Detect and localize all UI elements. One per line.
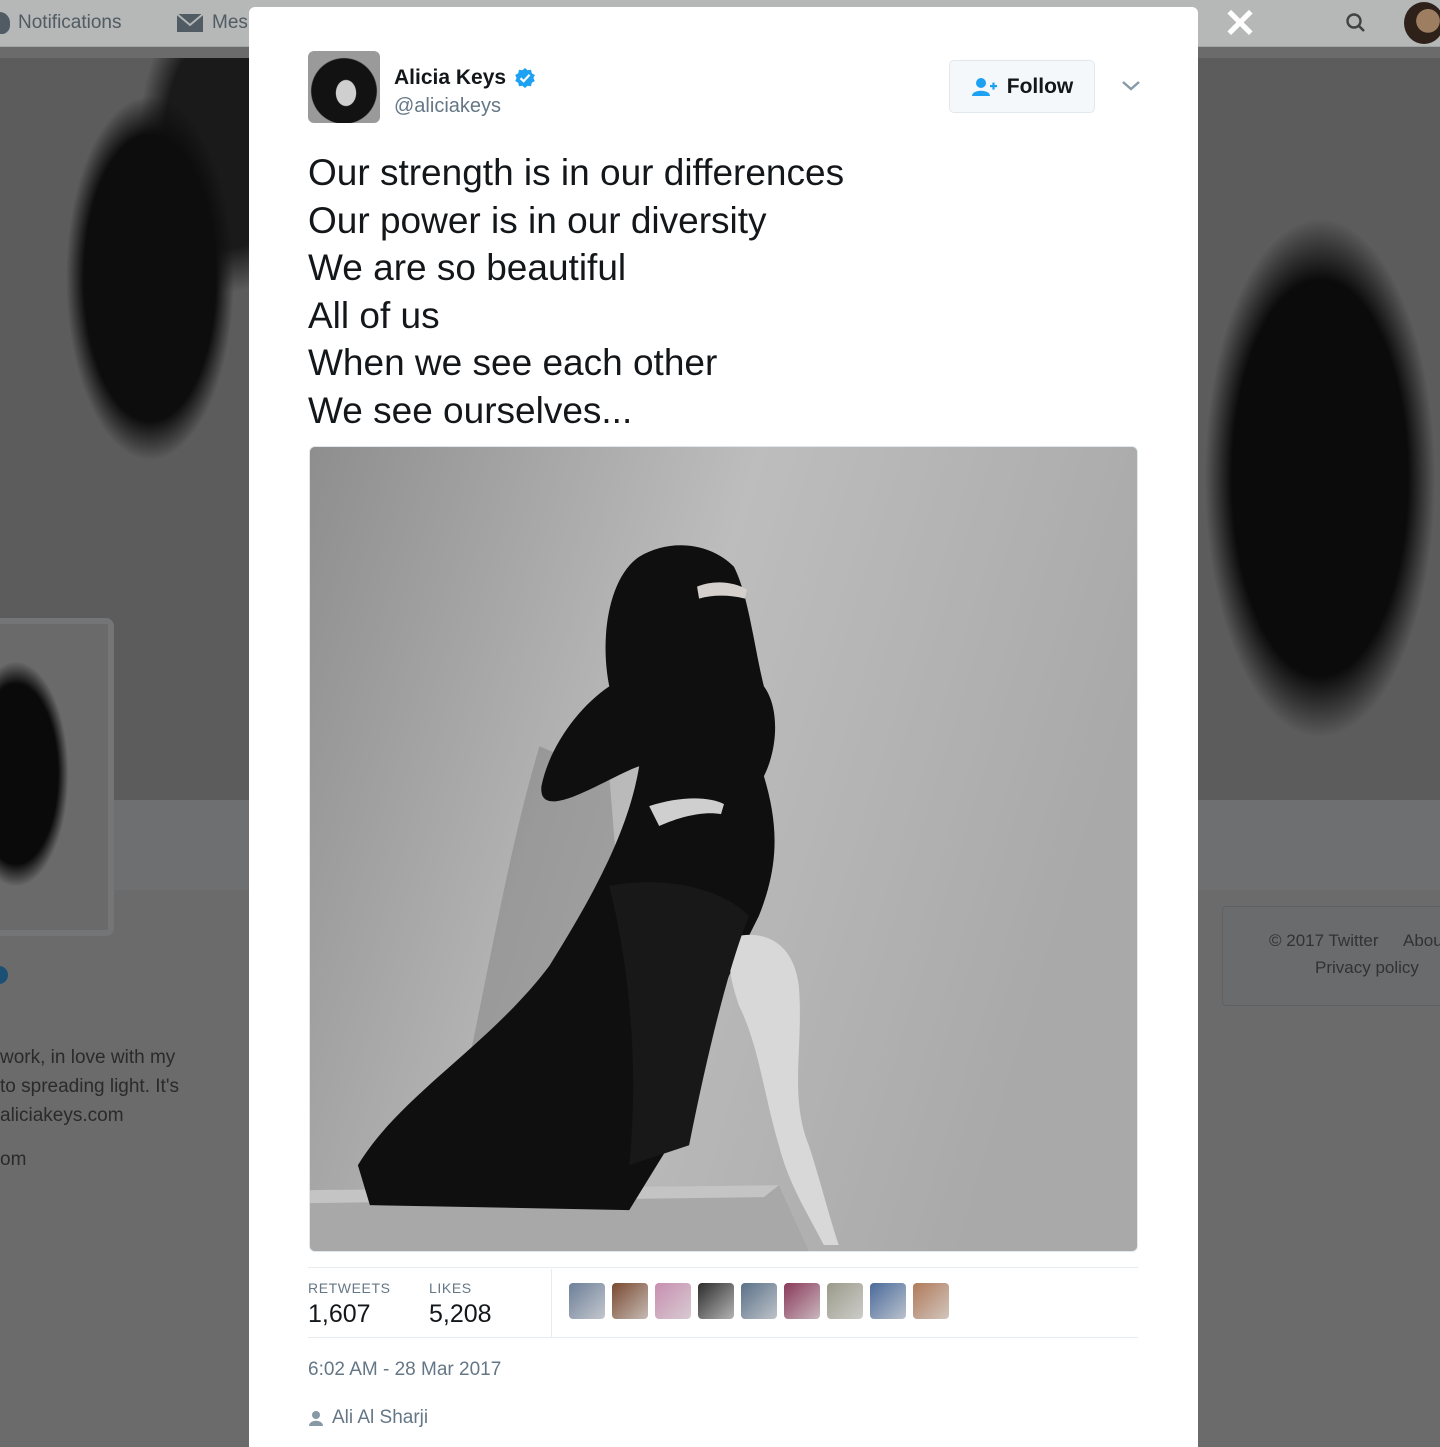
liker-avatar[interactable]: [870, 1283, 906, 1319]
tweet-modal: Alicia Keys @aliciakeys Follow Our stren…: [249, 7, 1198, 1447]
bio-line: to spreading light. It's: [0, 1076, 179, 1097]
footer-privacy-link[interactable]: Privacy policy: [1315, 958, 1419, 978]
tweet-text-line: When we see each other: [308, 342, 718, 383]
follow-button-label: Follow: [1006, 74, 1074, 98]
chevron-down-icon[interactable]: [1119, 77, 1143, 95]
account-avatar[interactable]: [1404, 2, 1440, 44]
nav-messages-label: Mes: [212, 12, 248, 33]
search-icon[interactable]: [1336, 10, 1376, 36]
bio-line: work, in love with my: [0, 1047, 176, 1068]
author-display-name[interactable]: Alicia Keys: [394, 66, 506, 90]
retweet-source[interactable]: Ali Al Sharji: [308, 1407, 428, 1429]
likes-label: LIKES: [429, 1280, 472, 1296]
follow-button[interactable]: Follow: [949, 60, 1095, 113]
author-avatar[interactable]: [308, 51, 380, 123]
likes-count[interactable]: 5,208: [429, 1300, 492, 1329]
liker-avatar[interactable]: [741, 1283, 777, 1319]
retweets-label: RETWEETS: [308, 1280, 391, 1296]
liker-avatar[interactable]: [655, 1283, 691, 1319]
source-user-name[interactable]: Ali Al Sharji: [332, 1407, 428, 1429]
retweets-count[interactable]: 1,607: [308, 1300, 371, 1329]
stats-divider-top: [308, 1267, 1138, 1268]
close-icon[interactable]: ✕: [1222, 4, 1258, 44]
verified-icon: [0, 966, 8, 984]
tweet-photo[interactable]: [309, 446, 1138, 1252]
tweet-timestamp[interactable]: 6:02 AM - 28 Mar 2017: [308, 1359, 501, 1381]
bio-line: om: [0, 1149, 27, 1170]
tweet-text-line: Our power is in our diversity: [308, 199, 767, 241]
photo-figure-illustration: [310, 447, 1137, 1251]
footer-copyright: © 2017 Twitter: [1269, 931, 1379, 950]
envelope-icon: [176, 13, 204, 32]
author-name-row[interactable]: Alicia Keys: [394, 66, 536, 90]
footer-about-link[interactable]: Abou: [1403, 931, 1440, 951]
liker-avatar[interactable]: [827, 1283, 863, 1319]
liker-avatar[interactable]: [784, 1283, 820, 1319]
tweet-text-line: We are so beautiful: [308, 247, 627, 288]
liker-avatar[interactable]: [698, 1283, 734, 1319]
liker-avatar[interactable]: [612, 1283, 648, 1319]
tweet-text-line: We see ourselves...: [308, 389, 633, 431]
verified-badge-icon: [515, 68, 535, 88]
tweet-text-line: Our strength is in our differences: [308, 152, 845, 193]
profile-picture: [0, 618, 114, 936]
liker-avatars: [569, 1283, 949, 1319]
bell-icon: [0, 12, 10, 34]
nav-notifications-label: Notifications: [18, 12, 122, 33]
liker-avatar[interactable]: [913, 1283, 949, 1319]
author-handle[interactable]: @aliciakeys: [394, 95, 501, 118]
liker-avatar[interactable]: [569, 1283, 605, 1319]
follow-user-icon: [971, 77, 997, 96]
nav-notifications[interactable]: Notifications: [0, 12, 122, 34]
bio-link[interactable]: aliciakeys.com: [0, 1101, 124, 1131]
stats-vertical-divider: [551, 1269, 552, 1337]
nav-messages[interactable]: Mes: [176, 12, 248, 34]
tweet-text-line: All of us: [308, 294, 440, 336]
person-icon: [309, 1411, 323, 1426]
tweet-text: Our strength is in our differences Our p…: [308, 149, 844, 434]
footer-links-card: © 2017 Twitter Abou Privacy policy: [1222, 906, 1440, 1006]
stats-divider-bottom: [308, 1337, 1138, 1338]
